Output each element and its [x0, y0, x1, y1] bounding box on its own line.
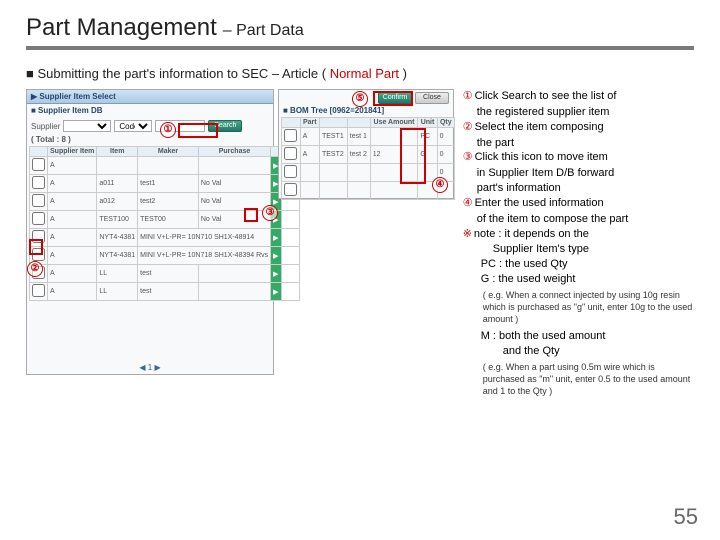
row-checkbox[interactable]	[284, 165, 297, 178]
bom-tree-window: Confirm Close ■ BOM Tree [0962=201841] P…	[278, 89, 454, 199]
table-row: ALLtest▶	[30, 265, 300, 283]
step-num: ④	[463, 196, 473, 211]
page-number: 55	[674, 504, 698, 530]
move-icon[interactable]: ▶	[271, 265, 281, 283]
table-row: 0	[282, 164, 455, 182]
type-m-b: and the Qty	[463, 344, 694, 359]
total-label: ( Total : 8 )	[27, 135, 273, 144]
table-row	[282, 182, 455, 200]
row-checkbox[interactable]	[32, 194, 45, 207]
step-text: Enter the used information	[475, 196, 604, 211]
callout-5: ⑤	[352, 91, 368, 107]
row-checkbox[interactable]	[32, 176, 45, 189]
filter-code-select[interactable]: Code	[114, 120, 152, 132]
move-icon[interactable]: ▶	[271, 247, 281, 265]
row-checkbox[interactable]	[32, 230, 45, 243]
move-icon[interactable]: ▶	[271, 283, 281, 301]
close-button[interactable]: Close	[415, 92, 449, 104]
table-row: Aa012test2No Val▶	[30, 193, 300, 211]
bom-table: PartUse AmountUnitQty ATEST1test 1PC0 AT…	[281, 117, 455, 200]
supplier-item-window: ▶ Supplier Item Select ■ Supplier Item D…	[26, 89, 274, 375]
table-row: A▶	[30, 157, 300, 175]
context-suffix: )	[399, 66, 407, 81]
table-row: ANYT4-4381MINI V+L-PR= 10N718 SH1X-48394…	[30, 247, 300, 265]
note-mark: ※	[463, 227, 472, 242]
row-checkbox[interactable]	[32, 248, 45, 261]
step-text: the registered supplier item	[463, 105, 694, 120]
callout-2: ②	[27, 261, 43, 277]
step-text: Click this icon to move item	[475, 150, 608, 165]
context-prefix: ■ Submitting the part's information to S…	[26, 66, 330, 81]
pager[interactable]: ◀ 1 ▶	[139, 363, 160, 372]
search-button[interactable]: Search	[208, 120, 242, 132]
table-row: ALLtest▶	[30, 283, 300, 301]
type-m: M : both the used amount	[463, 329, 694, 344]
callout-1: ①	[160, 122, 176, 138]
context-normal: Normal Part	[330, 66, 399, 81]
note-text: note : it depends on the	[474, 227, 589, 242]
window-title: ▶ Supplier Item Select	[27, 90, 273, 104]
page-title: Part Management	[26, 14, 217, 42]
table-row: ATEST1test 1PC0	[282, 128, 455, 146]
filter-supplier-select[interactable]	[63, 120, 111, 132]
table-row: ATEST100TEST00No Val▶	[30, 211, 300, 229]
step-num: ②	[463, 120, 473, 135]
screenshot-area: ▶ Supplier Item Select ■ Supplier Item D…	[26, 89, 455, 379]
callout-3: ③	[262, 205, 278, 221]
row-checkbox[interactable]	[284, 147, 297, 160]
table-row: ANYT4-4381MINI V+L-PR= 10N710 SH1X-48914…	[30, 229, 300, 247]
step-text: Select the item composing	[475, 120, 604, 135]
page-subtitle: – Part Data	[223, 22, 304, 40]
row-checkbox[interactable]	[284, 129, 297, 142]
step-num: ③	[463, 150, 473, 165]
step-text: of the item to compose the part	[463, 212, 694, 227]
row-checkbox[interactable]	[32, 212, 45, 225]
step-text: the part	[463, 136, 694, 151]
note-text: Supplier Item's type	[463, 242, 694, 257]
table-row: ATEST2test 212G0	[282, 146, 455, 164]
context-line: ■ Submitting the part's information to S…	[26, 66, 694, 81]
instructions-panel: ①Click Search to see the list of the reg…	[463, 89, 694, 402]
table-row: Aa011test1No Val▶	[30, 175, 300, 193]
callout-4: ④	[432, 177, 448, 193]
step-text: part's information	[463, 181, 694, 196]
supplier-table: Supplier ItemItemMakerPurchaseUnit A▶ Aa…	[29, 146, 300, 301]
section-label: ■ Supplier Item DB	[27, 104, 273, 117]
bom-title: ■ BOM Tree [0962=201841]	[279, 106, 453, 115]
step-text: Click Search to see the list of	[475, 89, 617, 104]
example-text: ( e.g. When a part using 0.5m wire which…	[463, 361, 694, 397]
row-checkbox[interactable]	[284, 183, 297, 196]
move-icon[interactable]: ▶	[271, 229, 281, 247]
step-num: ①	[463, 89, 473, 104]
title-divider	[26, 46, 694, 50]
row-checkbox[interactable]	[32, 158, 45, 171]
type-g: G : the used weight	[463, 272, 694, 287]
type-pc: PC : the used Qty	[463, 257, 694, 272]
row-checkbox[interactable]	[32, 284, 45, 297]
confirm-button[interactable]: Confirm	[378, 92, 412, 104]
filter-supplier-label: Supplier	[31, 122, 60, 131]
example-text: ( e.g. When a connect injected by using …	[463, 289, 694, 325]
step-text: in Supplier Item D/B forward	[463, 166, 694, 181]
